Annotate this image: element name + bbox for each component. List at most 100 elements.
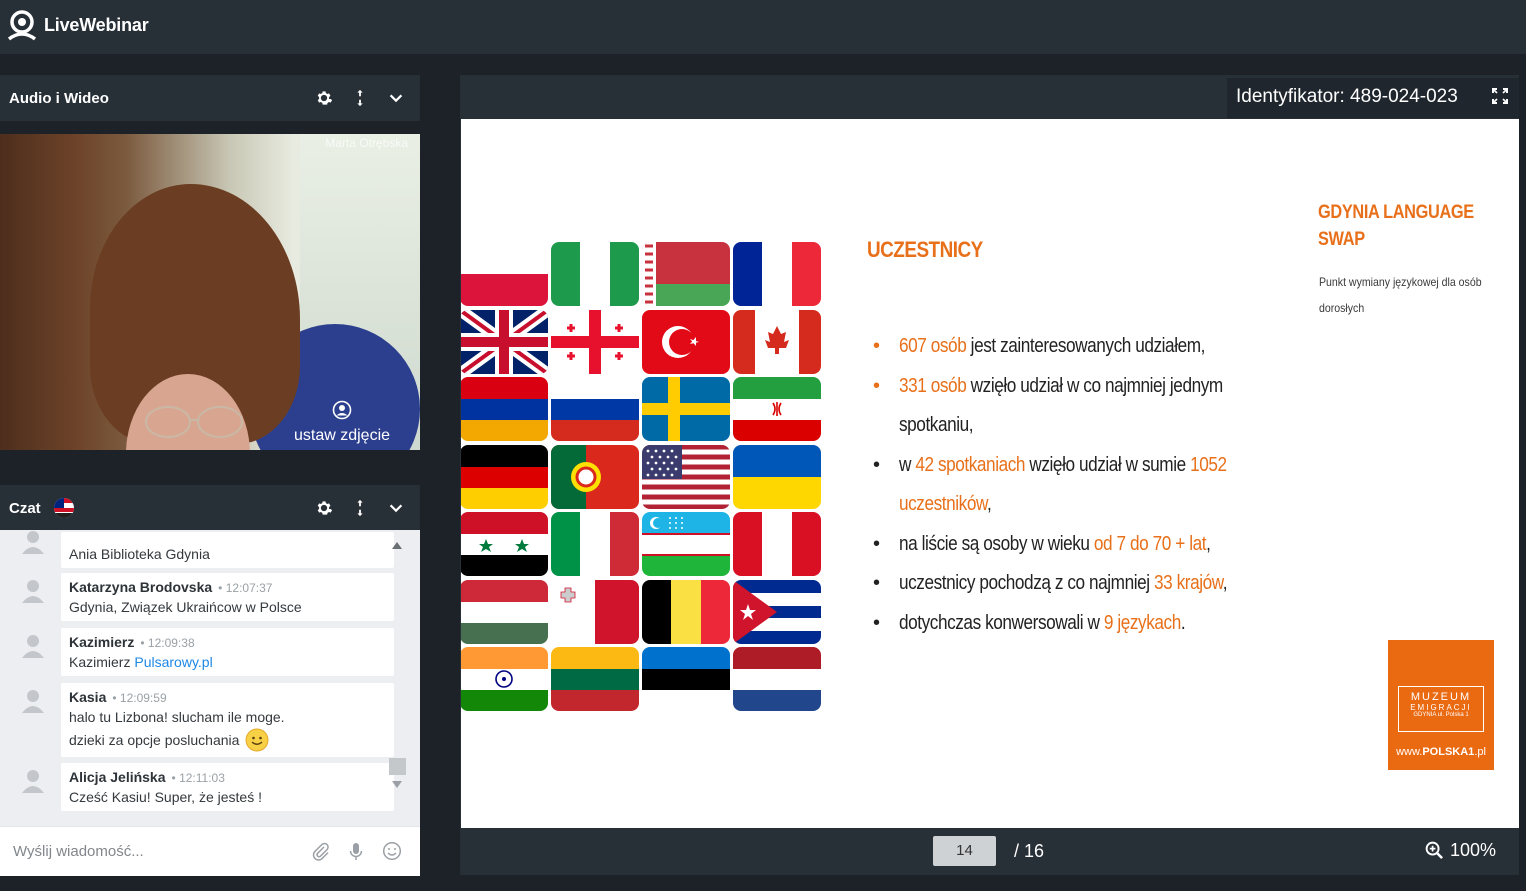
bullet-text: . (1180, 611, 1186, 634)
smiley-emoji-icon (245, 728, 269, 752)
logo-line-2: EMIGRACJI (1410, 703, 1472, 712)
glasses-shape (145, 406, 243, 438)
scroll-up-arrow-icon[interactable] (392, 542, 402, 549)
flag-belarus (642, 242, 730, 306)
chat-chevron-down-icon[interactable] (386, 498, 406, 518)
flag-turkey (642, 309, 730, 374)
chat-drag-handle-icon[interactable] (350, 498, 370, 518)
flag-hungary (461, 579, 548, 644)
message-link[interactable]: Pulsarowy.pl (134, 654, 212, 670)
highlight-text: 331 osób (899, 374, 967, 397)
livewebinar-logo-icon (7, 10, 37, 41)
bullet-text: wzięło udział w sumie (1025, 453, 1191, 476)
bullet-text: , (987, 493, 992, 515)
participant-video: Marta Otrębska ustaw zdjęcie (0, 134, 420, 450)
page-number-input[interactable]: 14 (933, 836, 996, 866)
bullet-text: jest zainteresowanych udziałem, (966, 335, 1206, 357)
message-text: dzieki za opcje posluchania (69, 731, 240, 748)
language-flag-icon[interactable] (53, 497, 75, 519)
flag-peru (733, 512, 821, 576)
bullet-text: na liście są osoby w wieku (899, 532, 1094, 555)
highlight-text: 607 osób (899, 335, 967, 357)
message-time: 12:09:59 (119, 691, 167, 705)
audio-video-title: Audio i Wideo (9, 89, 109, 107)
presentation-slide: UCZESTNICY GDYNIA LANGUAGE SWAP Punkt wy… (461, 119, 1519, 828)
brand-title: GDYNIA LANGUAGE SWAP (1318, 202, 1474, 250)
flag-syria (461, 512, 548, 576)
message-text: Ania Biblioteka Gdynia (69, 546, 210, 562)
message-author: Katarzyna Brodovska (69, 579, 213, 595)
flag-georgia (551, 309, 639, 374)
emoji-picker-icon[interactable] (382, 841, 402, 861)
scroll-down-arrow-icon[interactable] (392, 781, 402, 788)
bullet-dot: • (873, 335, 880, 357)
slide-bullet: spotkaniu, (871, 406, 1291, 446)
zoom-control[interactable]: 100% (1425, 840, 1496, 861)
drag-handle-icon[interactable] (350, 88, 370, 108)
logo-line-3: GDYNIA ul. Polska 1 (1413, 712, 1469, 718)
settings-gear-icon[interactable] (314, 88, 334, 108)
bullet-text: , (1206, 532, 1211, 555)
brand-subtitle: Punkt wymiany językowej dla osób dorosły… (1319, 275, 1482, 315)
bullet-text: w (899, 453, 916, 476)
flag-france (733, 242, 821, 306)
flag-poland (461, 242, 548, 306)
bullet-dot: • (873, 453, 880, 476)
participant-name: Marta Otrębska (325, 136, 408, 150)
slide-bullet: • 607 osób jest zainteresowanych udziałem… (871, 327, 1291, 367)
attach-paperclip-icon[interactable] (310, 841, 330, 861)
chat-settings-gear-icon[interactable] (314, 498, 334, 518)
slide-title: UCZESTNICY (867, 237, 983, 262)
flag-italy (551, 512, 639, 576)
slide-bullet: uczestników, (871, 485, 1291, 525)
flag-usa (642, 444, 730, 509)
top-bar: LiveWebinar (0, 0, 1526, 54)
app-logo[interactable]: LiveWebinar (6, 9, 149, 41)
message-time: 12:09:38 (147, 636, 195, 650)
flag-russia (551, 377, 639, 441)
flag-netherlands (733, 647, 821, 711)
zoom-level: 100% (1450, 840, 1497, 860)
chat-header: Czat (0, 485, 420, 531)
fullscreen-icon[interactable] (1492, 88, 1508, 104)
zoom-in-icon[interactable] (1425, 841, 1444, 860)
chevron-down-icon[interactable] (386, 88, 406, 108)
chat-input[interactable]: Wyślij wiadomość... (0, 826, 420, 876)
avatar-icon (22, 690, 44, 713)
chat-title: Czat (9, 499, 41, 517)
logo-website: www.POLSKA1.pl (1396, 746, 1486, 758)
highlight-text: 42 spotkaniach (915, 453, 1026, 476)
highlight-text: uczestników (899, 493, 988, 515)
scroll-thumb[interactable] (389, 758, 406, 775)
flag-lithuania (551, 647, 639, 711)
message-time: 12:11:03 (179, 771, 225, 785)
bullet-dot: • (873, 532, 880, 555)
message-text: halo tu Lizbona! slucham ile moge. (69, 709, 285, 725)
slide-bullet: • w 42 spotkaniach wzięło udział w sumie … (871, 446, 1291, 486)
user-icon (332, 400, 352, 420)
flag-belgium (642, 579, 730, 644)
chat-input-placeholder[interactable]: Wyślij wiadomość... (13, 843, 144, 860)
flag-ukraine (733, 444, 821, 509)
message-author: Kazimierz (69, 634, 135, 650)
set-photo-button[interactable]: ustaw zdjęcie (282, 400, 402, 445)
highlight-text: 1052 (1190, 453, 1227, 476)
highlight-text: 9 językach (1103, 611, 1181, 634)
message-author: Alicja Jelińska (69, 769, 166, 785)
avatar-icon (22, 531, 44, 554)
chat-scrollbar[interactable] (388, 530, 408, 826)
flag-armenia (461, 377, 548, 441)
highlight-text: od 7 do 70 + lat (1093, 532, 1207, 555)
avatar-icon (22, 635, 44, 658)
flag-nigeria (551, 242, 639, 306)
bullet-dot: • (873, 572, 880, 594)
muzeum-emigracji-logo: MUZEUM EMIGRACJI GDYNIA ul. Polska 1 www… (1388, 640, 1494, 770)
message-author: Kasia (69, 689, 107, 705)
highlight-text: 33 krajów (1153, 572, 1223, 594)
flag-estonia (642, 647, 730, 711)
avatar-icon (22, 770, 44, 793)
flag-sweden (642, 377, 730, 441)
chat-messages[interactable]: Ania Biblioteka Gdynia Katarzyna Brodovs… (0, 530, 420, 826)
microphone-icon[interactable] (346, 841, 366, 861)
message-text: Kazimierz (69, 654, 135, 670)
